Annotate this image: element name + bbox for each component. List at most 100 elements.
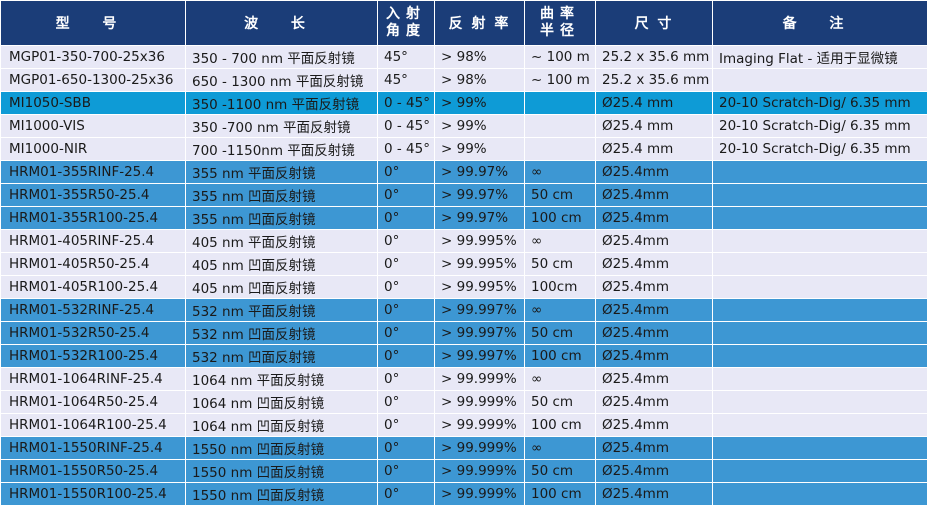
table-row: HRM01-405R50-25.4 405 nm 凹面反射镜 0° > 99.995%… [0,252,927,276]
cell-model: HRM01-1064RINF-25.4 [0,367,186,391]
cell-curvature: 50 cm [524,252,596,276]
table-row: HRM01-355R100-25.4 355 nm 凹面反射镜 0° > 99.97%… [0,206,927,230]
cell-wavelength: 405 nm 凹面反射镜 [185,275,378,299]
cell-model: MI1050-SBB [0,91,186,115]
table-body: MGP01-350-700-25x36 350 - 700 nm 平面反射镜 45°… [0,45,927,506]
cell-model: HRM01-1064R100-25.4 [0,413,186,437]
cell-reflectivity: > 99.997% [434,344,525,368]
cell-reflectivity: > 99.999% [434,367,525,391]
cell-reflectivity: > 99.999% [434,390,525,414]
cell-reflectivity: > 99.995% [434,275,525,299]
cell-model: HRM01-532RINF-25.4 [0,298,186,322]
cell-size: Ø25.4 mm [595,137,713,161]
table-row: HRM01-1550RINF-25.4 1550 nm 凹面反射镜 0° > 99.9… [0,436,927,460]
header-model: 型 号 [0,0,186,46]
cell-model: MGP01-350-700-25x36 [0,45,186,69]
header-curvature: 曲率 半径 [524,0,596,46]
cell-notes [712,390,927,414]
cell-curvature [524,137,596,161]
cell-notes [712,183,927,207]
cell-curvature: 50 cm [524,321,596,345]
cell-notes [712,413,927,437]
cell-notes [712,344,927,368]
table-row: HRM01-1550R50-25.4 1550 nm 凹面反射镜 0° > 99.99… [0,459,927,483]
table-row: HRM01-532R100-25.4 532 nm 凹面反射镜 0° > 99.997… [0,344,927,368]
cell-angle: 0° [377,206,435,230]
cell-model: HRM01-1550RINF-25.4 [0,436,186,460]
cell-wavelength: 1550 nm 凹面反射镜 [185,436,378,460]
cell-angle: 0° [377,436,435,460]
cell-wavelength: 650 - 1300 nm 平面反射镜 [185,68,378,92]
cell-wavelength: 355 nm 凹面反射镜 [185,206,378,230]
cell-size: 25.2 x 35.6 mm [595,45,713,69]
cell-wavelength: 405 nm 平面反射镜 [185,229,378,253]
cell-curvature: ~ 100 m [524,45,596,69]
cell-notes: 20-10 Scratch-Dig/ 6.35 mm [712,137,927,161]
cell-angle: 0° [377,482,435,506]
cell-size: Ø25.4mm [595,160,713,184]
cell-reflectivity: > 99.999% [434,482,525,506]
cell-model: HRM01-355R50-25.4 [0,183,186,207]
cell-notes [712,482,927,506]
header-curvature-line2: 半径 [540,23,580,39]
table-row: HRM01-355RINF-25.4 355 nm 平面反射镜 0° > 99.97%… [0,160,927,184]
cell-model: HRM01-1064R50-25.4 [0,390,186,414]
cell-notes [712,367,927,391]
header-row: 型 号 波 长 入射 角度 反 射 率 曲率 半径 尺 寸 备 注 [0,0,927,46]
table-row: HRM01-1064R50-25.4 1064 nm 凹面反射镜 0° > 99.99… [0,390,927,414]
cell-wavelength: 532 nm 平面反射镜 [185,298,378,322]
cell-size: Ø25.4mm [595,275,713,299]
cell-notes [712,275,927,299]
cell-size: Ø25.4 mm [595,91,713,115]
table-row: MGP01-350-700-25x36 350 - 700 nm 平面反射镜 45°… [0,45,927,69]
cell-angle: 0° [377,459,435,483]
cell-reflectivity: > 99% [434,91,525,115]
cell-reflectivity: > 99.97% [434,206,525,230]
mirror-spec-table: 型 号 波 长 入射 角度 反 射 率 曲率 半径 尺 寸 备 注 MGP01-… [0,0,927,506]
cell-angle: 0° [377,390,435,414]
cell-curvature: ~ 100 m [524,68,596,92]
cell-wavelength: 532 nm 凹面反射镜 [185,344,378,368]
cell-model: MI1000-VIS [0,114,186,138]
cell-curvature: 50 cm [524,183,596,207]
cell-reflectivity: > 99.999% [434,436,525,460]
cell-model: HRM01-1550R50-25.4 [0,459,186,483]
cell-notes [712,68,927,92]
cell-angle: 0° [377,229,435,253]
cell-angle: 0° [377,183,435,207]
cell-wavelength: 532 nm 凹面反射镜 [185,321,378,345]
cell-notes: Imaging Flat - 适用于显微镜 [712,45,927,69]
cell-notes: 20-10 Scratch-Dig/ 6.35 mm [712,114,927,138]
cell-notes [712,436,927,460]
cell-size: Ø25.4mm [595,206,713,230]
cell-size: Ø25.4mm [595,344,713,368]
cell-notes [712,321,927,345]
table-row: MI1000-VIS 350 -700 nm 平面反射镜 0 - 45° > 99% Ø… [0,114,927,138]
cell-angle: 0° [377,275,435,299]
cell-angle: 0 - 45° [377,114,435,138]
cell-angle: 0° [377,321,435,345]
cell-wavelength: 405 nm 凹面反射镜 [185,252,378,276]
cell-reflectivity: > 98% [434,68,525,92]
cell-notes [712,229,927,253]
cell-reflectivity: > 99.97% [434,160,525,184]
cell-size: Ø25.4mm [595,390,713,414]
cell-size: Ø25.4mm [595,367,713,391]
cell-wavelength: 1064 nm 平面反射镜 [185,367,378,391]
cell-angle: 0° [377,367,435,391]
cell-reflectivity: > 99% [434,114,525,138]
table-row: HRM01-405RINF-25.4 405 nm 平面反射镜 0° > 99.995… [0,229,927,253]
cell-angle: 0° [377,298,435,322]
cell-size: Ø25.4mm [595,183,713,207]
cell-angle: 45° [377,45,435,69]
cell-notes [712,252,927,276]
cell-curvature: ∞ [524,229,596,253]
cell-model: HRM01-405R50-25.4 [0,252,186,276]
cell-reflectivity: > 99.999% [434,413,525,437]
cell-wavelength: 700 -1150nm 平面反射镜 [185,137,378,161]
table-row: MI1000-NIR 700 -1150nm 平面反射镜 0 - 45° > 99% Ø… [0,137,927,161]
header-wavelength: 波 长 [185,0,378,46]
cell-size: Ø25.4mm [595,436,713,460]
cell-curvature: 100 cm [524,413,596,437]
cell-wavelength: 1550 nm 凹面反射镜 [185,482,378,506]
